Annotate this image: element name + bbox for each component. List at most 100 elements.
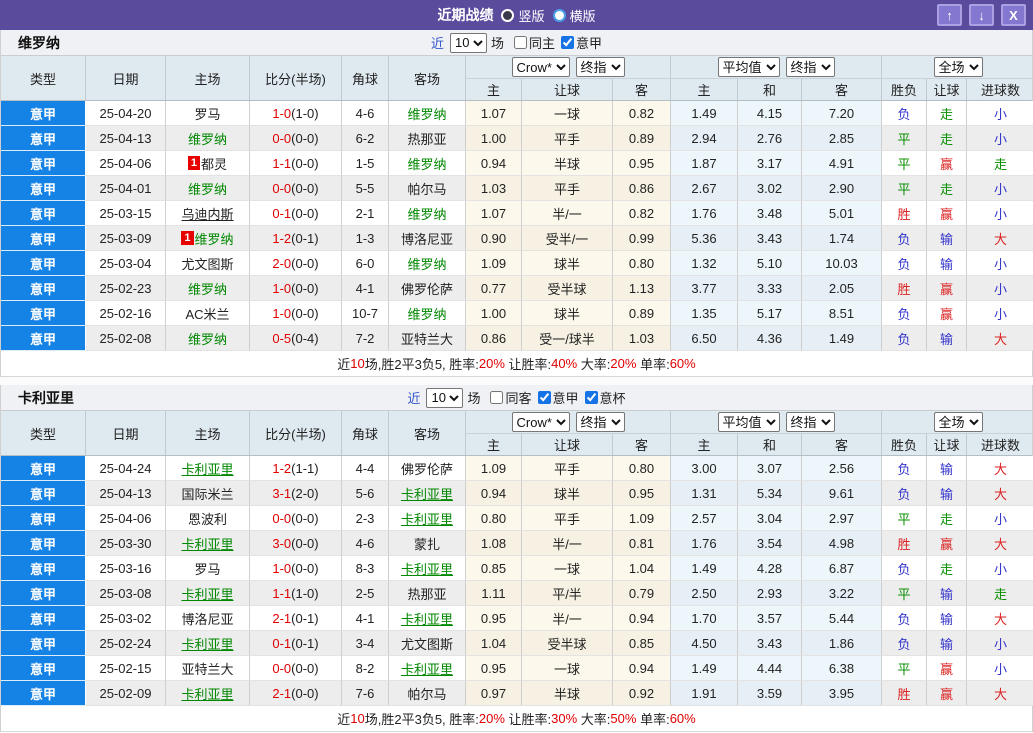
radio-selected-icon[interactable] [501,8,515,22]
home-team-cell[interactable]: AC米兰 [166,301,250,326]
recent-count-select[interactable]: 10 [426,387,464,408]
result-cell: 大 [967,326,1033,351]
team-link-text: 维罗纳 [407,256,447,272]
avg-odds-cell: 10.03 [802,251,882,276]
odds-cell: 平手 [522,176,613,201]
away-team-cell[interactable]: 卡利亚里 [389,606,466,631]
radio-horizontal-layout[interactable]: 横版 [552,6,596,25]
home-team-cell[interactable]: 尤文图斯 [166,251,250,276]
filter-checkbox[interactable] [514,36,527,49]
home-team-cell[interactable]: 恩波利 [166,506,250,531]
halftime-score: (0-4) [291,330,319,346]
filter-checkbox-item[interactable]: 意甲 [561,33,602,52]
home-team-cell[interactable]: 国际米兰 [166,481,250,506]
column-header-type: 类型 [1,56,86,100]
avg-odds-cell: 5.36 [671,226,738,251]
odds-cell: 1.04 [466,631,522,656]
filter-checkbox[interactable] [537,391,551,404]
away-team-cell[interactable]: 亚特兰大 [389,326,466,351]
away-team-cell[interactable]: 维罗纳 [389,101,466,126]
away-team-cell[interactable]: 维罗纳 [389,301,466,326]
home-team-cell[interactable]: 乌迪内斯 [166,201,250,226]
home-team-cell[interactable]: 罗马 [166,556,250,581]
fulltime-score: 1-2 [272,460,292,476]
away-team-cell[interactable]: 维罗纳 [389,201,466,226]
column-header-away: 客场 [389,56,466,100]
home-team-cell[interactable]: 卡利亚里 [166,456,250,481]
away-team-cell[interactable]: 卡利亚里 [389,656,466,681]
team-link-text: 尤文图斯 [400,636,453,652]
move-down-button[interactable]: ↓ [969,4,994,26]
filter-checkbox[interactable] [490,391,504,404]
away-team-cell[interactable]: 蒙扎 [389,531,466,556]
date-cell: 25-03-16 [86,556,166,581]
home-team-cell[interactable]: 卡利亚里 [166,681,250,706]
home-team-cell[interactable]: 卡利亚里 [166,581,250,606]
corners-cell: 7-2 [342,326,389,351]
move-up-button[interactable]: ↑ [937,4,962,26]
away-team-cell[interactable]: 卡利亚里 [389,481,466,506]
close-button[interactable]: X [1001,4,1026,26]
radio-vertical-layout[interactable]: 竖版 [501,6,545,25]
odds-index-select[interactable]: 终指 [575,57,625,77]
filter-checkbox[interactable] [561,36,575,49]
home-team-cell[interactable]: 维罗纳 [166,326,250,351]
home-team-cell[interactable]: 博洛尼亚 [166,606,250,631]
away-team-cell[interactable]: 尤文图斯 [389,631,466,656]
odds-company-select[interactable]: Crow* [511,57,570,77]
corners-cell: 1-5 [342,151,389,176]
away-team-cell[interactable]: 卡利亚里 [389,506,466,531]
match-row: 意甲 25-04-24 卡利亚里 1-2 (1-1) 4-4 佛罗伦萨 1.09 平手 0.80 3… [1,456,1033,481]
filter-checkbox-item[interactable]: 同客 [490,388,532,407]
subheader-avg-draw: 和 [738,433,802,455]
odds-company-select[interactable]: Crow* [511,412,570,432]
home-team-cell[interactable]: 维罗纳 [166,176,250,201]
team-link-text: 罗马 [194,561,221,577]
away-team-cell[interactable]: 热那亚 [389,581,466,606]
away-team-cell[interactable]: 佛罗伦萨 [389,456,466,481]
away-team-cell[interactable]: 维罗纳 [389,251,466,276]
home-team-cell[interactable]: 亚特兰大 [166,656,250,681]
summary-text: 60% [669,711,696,726]
home-team-cell[interactable]: 卡利亚里 [166,631,250,656]
avg-odds-cell: 1.87 [671,151,738,176]
filter-checkbox-item[interactable]: 同主 [514,33,555,52]
average-select[interactable]: 平均值 [717,57,780,77]
average-index-select[interactable]: 终指 [785,57,835,77]
filter-checkbox[interactable] [584,391,598,404]
avg-odds-cell: 3.43 [738,226,802,251]
avg-odds-cell: 2.85 [802,126,882,151]
away-team-cell[interactable]: 佛罗伦萨 [389,276,466,301]
odds-index-select[interactable]: 终指 [575,412,625,432]
avg-odds-cell: 4.28 [738,556,802,581]
filter-checkbox-item[interactable]: 意甲 [537,388,579,407]
home-team-cell[interactable]: 卡利亚里 [166,531,250,556]
average-select[interactable]: 平均值 [717,412,780,432]
scope-select[interactable]: 全场 [933,57,983,77]
away-team-cell[interactable]: 博洛尼亚 [389,226,466,251]
scope-select[interactable]: 全场 [933,412,983,432]
average-index-select[interactable]: 终指 [785,412,835,432]
subheader-avg-away: 客 [802,433,882,455]
halftime-score: (0-0) [291,535,319,551]
scope-group-header: 全场 [882,411,1033,433]
home-team-cell[interactable]: 1 维罗纳 [166,226,250,251]
team-name: 卡利亚里 [18,389,74,406]
radio-unselected-icon[interactable] [552,8,566,22]
home-team-cell[interactable]: 1 都灵 [166,151,250,176]
subheader-handicap-result: 让球 [927,78,967,100]
filter-checkbox-item[interactable]: 意杯 [584,388,626,407]
away-team-cell[interactable]: 帕尔马 [389,176,466,201]
recent-count-select[interactable]: 10 [449,32,487,53]
avg-odds-cell: 4.98 [802,531,882,556]
team-link-text: 卡利亚里 [400,511,453,527]
avg-odds-cell: 3.77 [671,276,738,301]
away-team-cell[interactable]: 维罗纳 [389,151,466,176]
away-team-cell[interactable]: 热那亚 [389,126,466,151]
home-team-cell[interactable]: 维罗纳 [166,276,250,301]
home-team-cell[interactable]: 维罗纳 [166,126,250,151]
away-team-cell[interactable]: 卡利亚里 [389,556,466,581]
away-team-cell[interactable]: 帕尔马 [389,681,466,706]
home-team-cell[interactable]: 罗马 [166,101,250,126]
scope-group-header: 全场 [882,56,1033,78]
